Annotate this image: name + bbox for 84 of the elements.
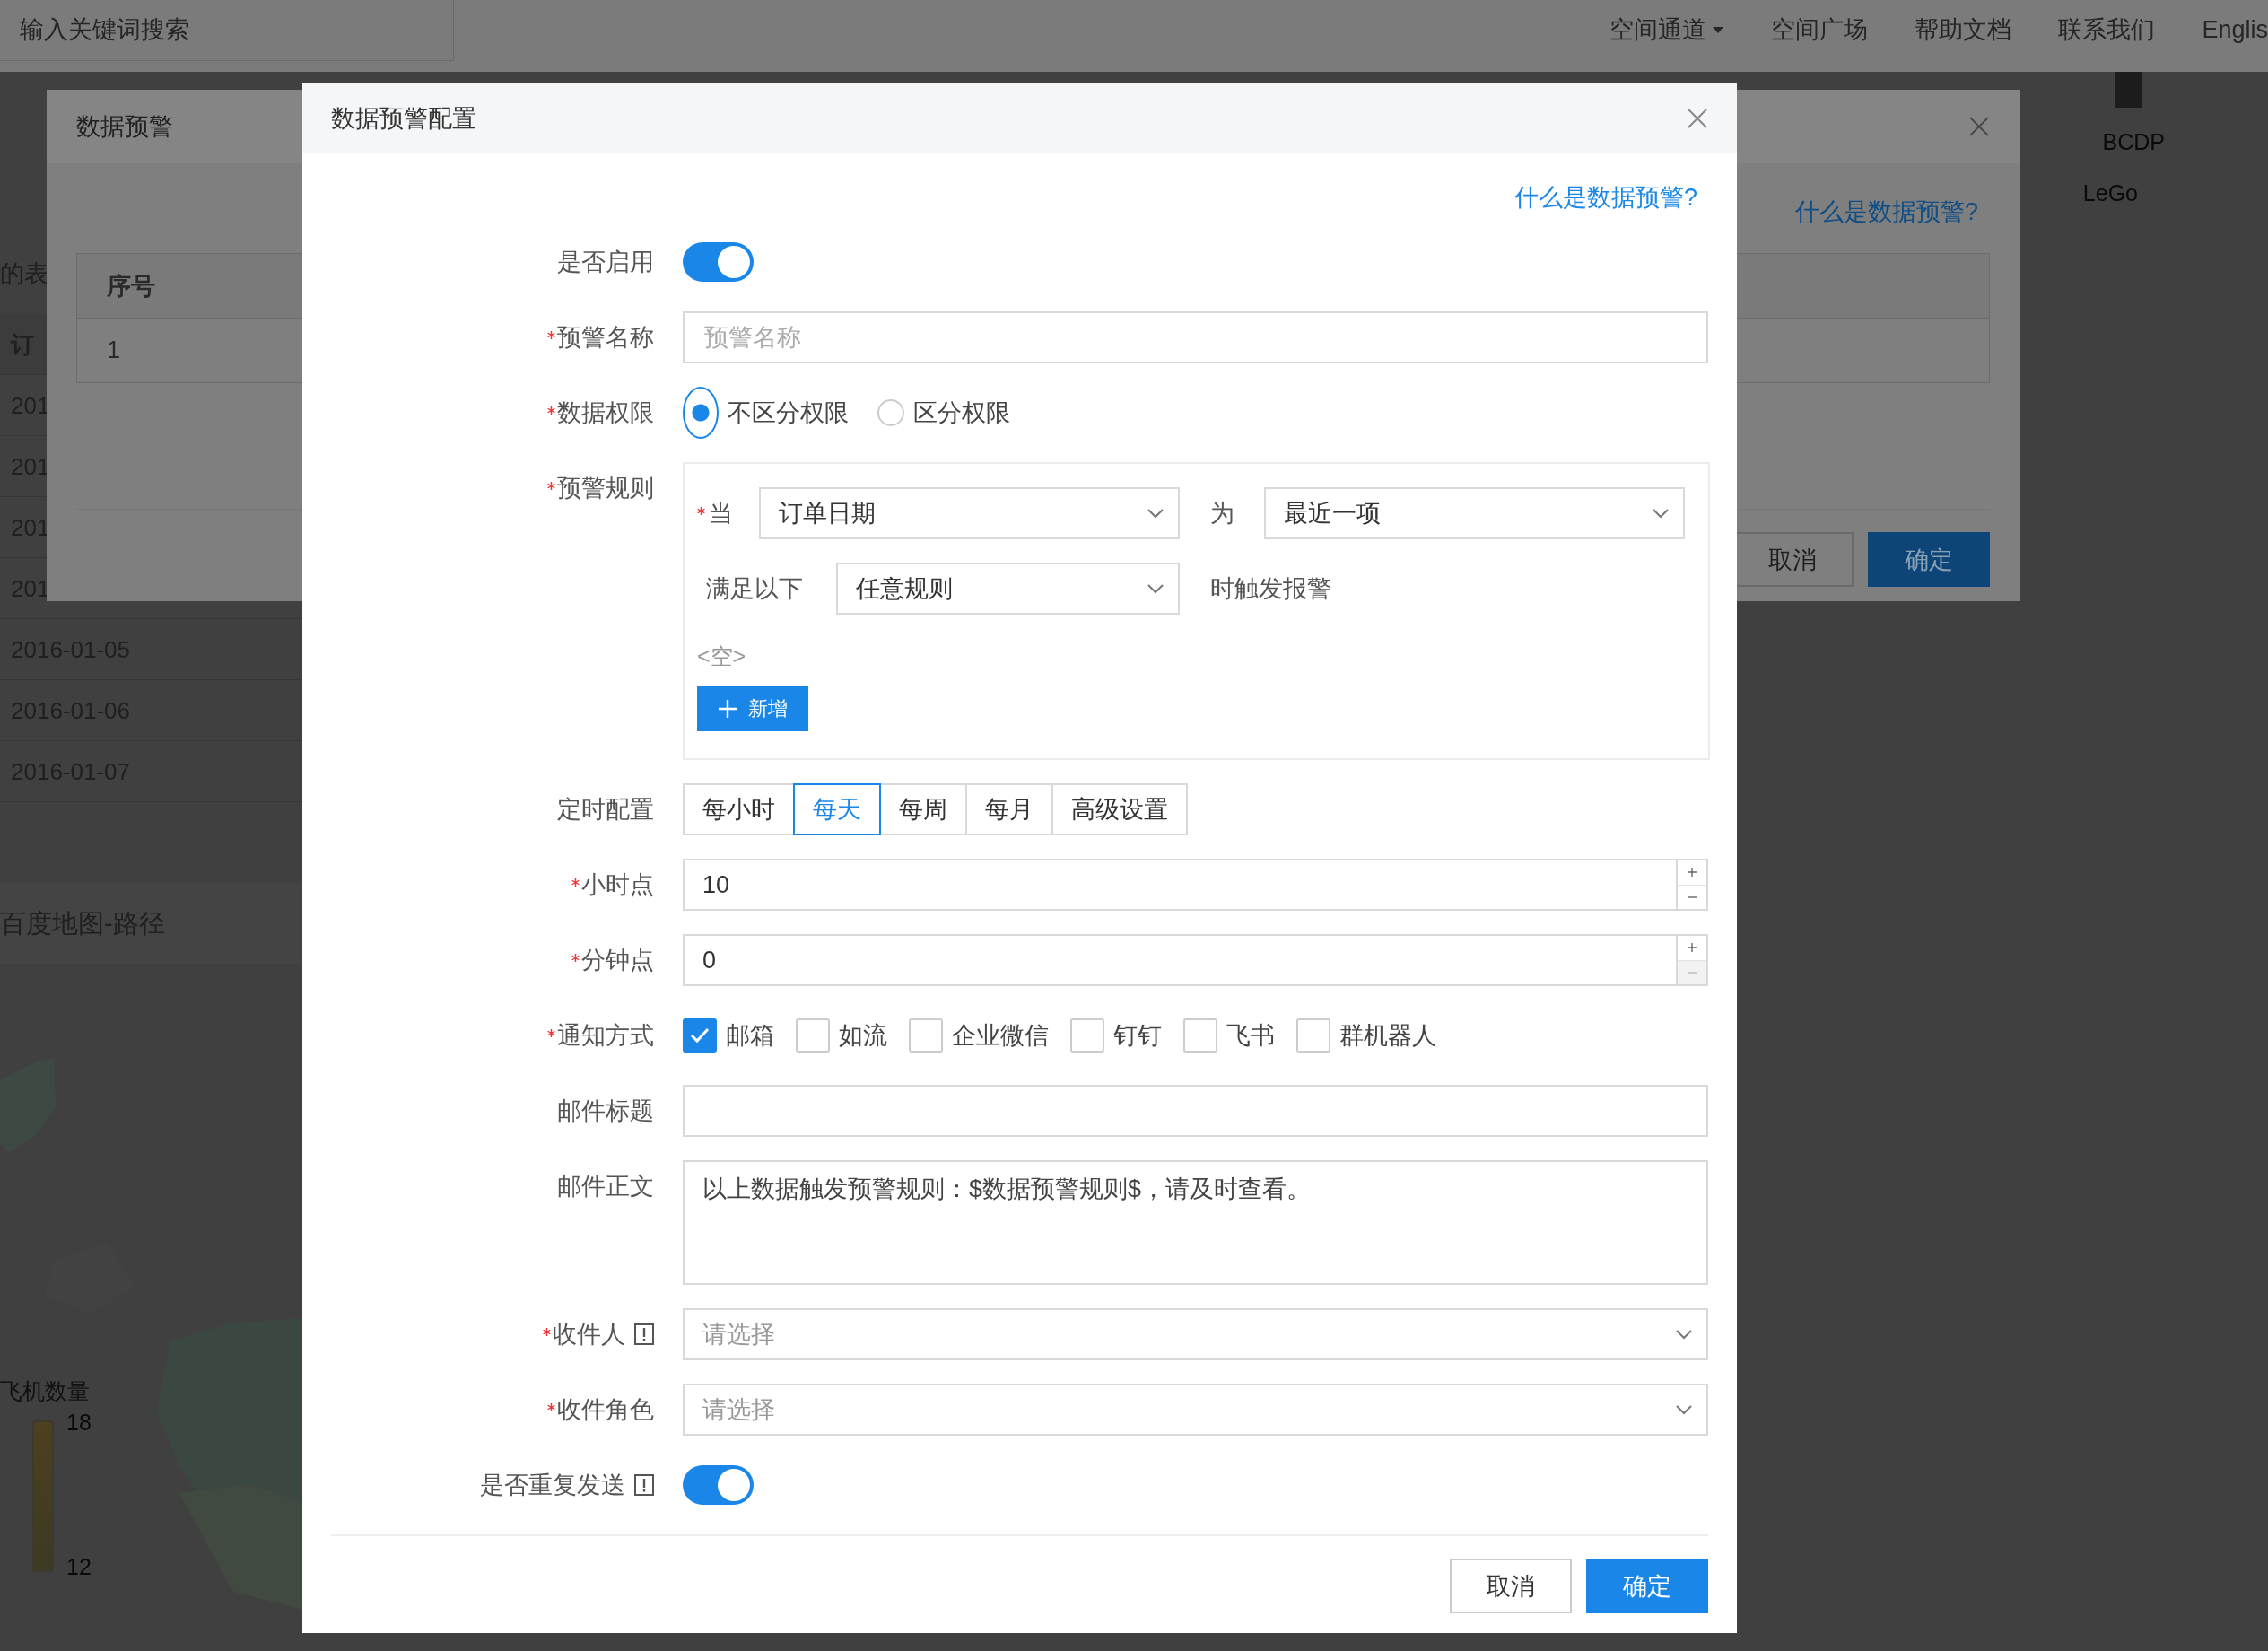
field-label: 邮件标题 bbox=[557, 1096, 654, 1126]
column-header: 序号 bbox=[107, 271, 155, 301]
select-field[interactable]: 请选择 bbox=[683, 1384, 1708, 1436]
confirm-button[interactable]: 确定 bbox=[1586, 1559, 1708, 1613]
field-label: 邮件正文 bbox=[557, 1172, 654, 1201]
chevron-icon bbox=[1676, 1329, 1692, 1340]
input-field[interactable] bbox=[683, 1085, 1708, 1137]
checkbox-label: 群机器人 bbox=[1339, 1021, 1436, 1051]
select-field[interactable]: 任意规则 bbox=[836, 563, 1180, 615]
field-label: 分钟点 bbox=[581, 946, 654, 975]
rule-label: 当 bbox=[709, 499, 733, 528]
confirm-button[interactable]: 确定 bbox=[1868, 532, 1990, 587]
search-field[interactable]: 输入关键词搜索 bbox=[0, 0, 454, 61]
field-label: 预警名称 bbox=[557, 323, 654, 353]
chevron-icon bbox=[1653, 508, 1669, 519]
field-label: 收件角色 bbox=[557, 1395, 654, 1425]
field-label: 是否重复发送 bbox=[480, 1471, 625, 1500]
radio-option[interactable]: 区分权限 bbox=[877, 387, 1010, 439]
checkbox[interactable] bbox=[683, 1018, 717, 1053]
radio-label: 区分权限 bbox=[913, 398, 1010, 428]
radio-option[interactable]: 不区分权限 bbox=[683, 387, 849, 439]
checkbox[interactable] bbox=[1183, 1018, 1217, 1053]
dialog-title: 数据预警配置 bbox=[331, 103, 476, 134]
checkbox-label: 邮箱 bbox=[726, 1021, 774, 1051]
field-label: 定时配置 bbox=[557, 795, 654, 825]
schedule-tab[interactable]: 每周 bbox=[879, 783, 967, 835]
field-label: 预警规则 bbox=[557, 474, 654, 503]
info-icon[interactable] bbox=[634, 1474, 654, 1496]
nav-link[interactable]: 帮助文档 bbox=[1915, 13, 2012, 46]
table-cell: 1 bbox=[107, 336, 121, 364]
add-button[interactable]: 新增 bbox=[697, 686, 808, 731]
checkbox-label: 如流 bbox=[839, 1021, 887, 1051]
nav-link[interactable]: 联系我们 bbox=[2058, 13, 2156, 46]
checkbox[interactable] bbox=[796, 1018, 830, 1053]
radio-label: 不区分权限 bbox=[728, 398, 849, 428]
nav-link[interactable]: 空间通道 bbox=[1609, 13, 1725, 46]
nav-link[interactable]: 空间广场 bbox=[1771, 13, 1869, 46]
radio-button[interactable] bbox=[877, 399, 904, 426]
help-link[interactable]: 什么是数据预警? bbox=[1794, 196, 1978, 228]
chevron-icon bbox=[1147, 508, 1164, 519]
radio-button[interactable] bbox=[683, 387, 719, 439]
number-field[interactable]: 0 bbox=[683, 934, 1708, 986]
toggle-switch[interactable] bbox=[683, 242, 754, 282]
checkbox[interactable] bbox=[1070, 1018, 1104, 1053]
checkbox-label: 企业微信 bbox=[952, 1021, 1049, 1051]
toggle-switch[interactable] bbox=[683, 1465, 754, 1505]
info-icon[interactable] bbox=[634, 1323, 654, 1345]
text-area[interactable]: 以上数据触发预警规则：$数据预警规则$，请及时查看。 bbox=[683, 1160, 1708, 1285]
input-field[interactable]: 预警名称 bbox=[683, 311, 1708, 363]
rule-label: 满足以下 bbox=[706, 574, 804, 604]
schedule-tab[interactable]: 每小时 bbox=[683, 783, 795, 835]
checkbox[interactable] bbox=[909, 1018, 943, 1053]
close-icon[interactable] bbox=[1968, 116, 1990, 137]
field-label: 通知方式 bbox=[557, 1021, 654, 1051]
schedule-tab[interactable]: 每天 bbox=[793, 783, 881, 835]
field-label: 数据权限 bbox=[557, 398, 654, 428]
number-field[interactable]: 10 bbox=[683, 859, 1708, 911]
dialog-title: 数据预警 bbox=[76, 112, 173, 142]
plus-icon bbox=[1687, 867, 1697, 878]
checkbox-label: 飞书 bbox=[1226, 1021, 1275, 1051]
select-field[interactable]: 订单日期 bbox=[759, 487, 1180, 539]
checkbox[interactable] bbox=[1296, 1018, 1330, 1053]
nav-link[interactable]: Englis bbox=[2202, 15, 2268, 44]
caret-icon bbox=[1712, 25, 1725, 34]
plus-icon bbox=[718, 699, 737, 719]
schedule-tab[interactable]: 高级设置 bbox=[1051, 783, 1188, 835]
field-label: 是否启用 bbox=[557, 248, 654, 277]
select-field[interactable]: 请选择 bbox=[683, 1308, 1708, 1360]
schedule-tab[interactable]: 每月 bbox=[965, 783, 1053, 835]
rule-label: 时触发报警 bbox=[1210, 574, 1331, 604]
select-field[interactable]: 最近一项 bbox=[1264, 487, 1685, 539]
checkbox-label: 钉钉 bbox=[1113, 1021, 1162, 1051]
field-label: 小时点 bbox=[581, 870, 654, 900]
close-icon[interactable] bbox=[1687, 107, 1708, 129]
help-link[interactable]: 什么是数据预警? bbox=[1513, 182, 1697, 213]
chevron-icon bbox=[1676, 1404, 1692, 1415]
rule-label: 为 bbox=[1210, 499, 1235, 528]
cancel-button[interactable]: 取消 bbox=[1450, 1559, 1572, 1613]
chart-bar bbox=[2115, 72, 2142, 108]
field-label: 收件人 bbox=[553, 1320, 625, 1350]
empty-text: <空> bbox=[697, 642, 747, 670]
check-icon bbox=[689, 1026, 711, 1044]
plus-icon bbox=[1687, 942, 1697, 954]
chevron-icon bbox=[1147, 583, 1164, 594]
